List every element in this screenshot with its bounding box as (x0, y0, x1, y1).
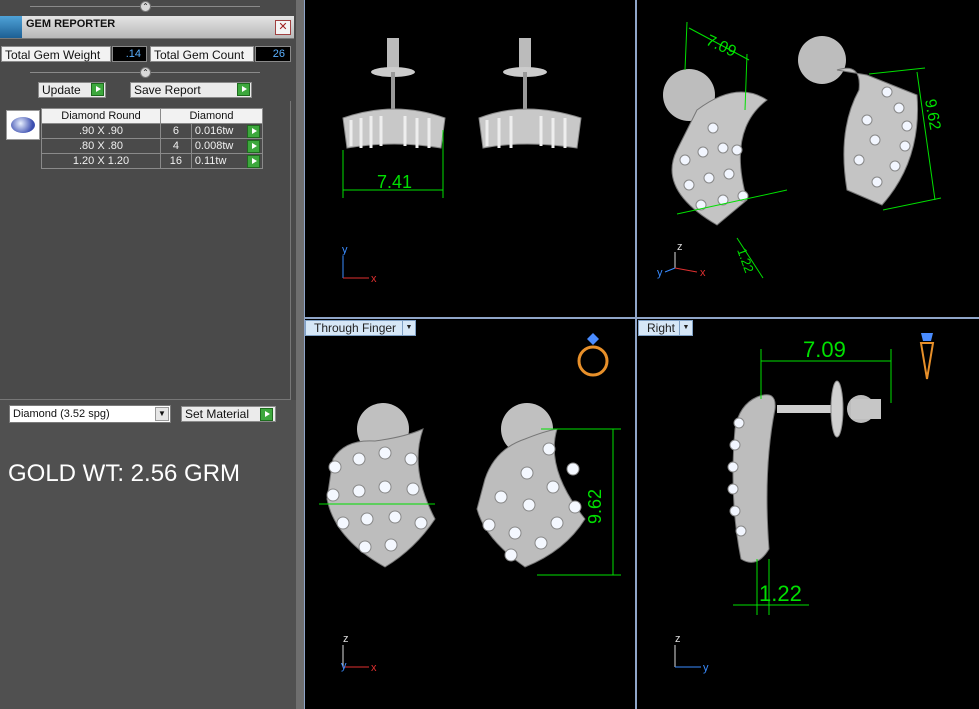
row-go-icon[interactable] (247, 155, 260, 168)
gem-reporter-titlebar: GEM REPORTER ✕ (0, 16, 294, 39)
earring-model-left (663, 69, 768, 226)
axis-label-y: y (703, 662, 709, 674)
earring-model-right (476, 403, 586, 568)
close-icon[interactable]: ✕ (275, 20, 291, 35)
ring-icon[interactable] (577, 333, 609, 377)
save-report-button-label: Save Report (134, 83, 201, 97)
axis-label-z: z (677, 241, 683, 253)
material-select-value: Diamond (3.52 spg) (13, 408, 110, 420)
total-gem-weight-value: .14 (112, 46, 147, 62)
table-row[interactable]: .90 X .90 6 0.016tw (41, 123, 264, 139)
update-go-icon[interactable] (91, 83, 104, 96)
axis-label-z: z (675, 633, 681, 645)
total-gem-count-value: 26 (255, 46, 291, 62)
earring-model-left (342, 38, 446, 149)
table-header-material: Diamond (160, 108, 263, 124)
dimension-label: 1.22 (759, 581, 802, 606)
axis-label-z: z (343, 633, 349, 645)
gem-weight: 0.016tw (194, 125, 234, 137)
collapse-icon[interactable]: ⌃ (140, 1, 151, 12)
axis-triad: y x (342, 244, 377, 285)
gem-count: 6 (160, 123, 192, 139)
earring-model-right (478, 38, 582, 149)
gold-weight-note: GOLD WT: 2.56 GRM (8, 460, 241, 487)
set-material-button-label: Set Material (185, 407, 250, 421)
save-report-button[interactable]: Save Report (130, 82, 252, 98)
tab-through-finger[interactable]: Through Finger ▼ (305, 320, 416, 336)
gem-reporter-panel: ⌃ GEM REPORTER ✕ Total Gem Weight .14 To… (0, 0, 296, 709)
gem-size: .90 X .90 (41, 123, 161, 139)
axis-label-y: y (342, 244, 348, 256)
row-go-icon[interactable] (247, 125, 260, 138)
dimension-label: 7.41 (377, 172, 412, 192)
gem-table: Diamond Round Diamond .90 X .90 6 0.016t… (41, 108, 264, 169)
panel-title: GEM REPORTER (26, 18, 116, 30)
material-area (0, 400, 296, 709)
axis-label-x: x (371, 273, 377, 285)
axis-triad: z y (674, 633, 709, 674)
dimension-label: 9.62 (585, 489, 605, 524)
row-go-icon[interactable] (247, 140, 260, 153)
dimension-label: 1.22 (734, 246, 757, 275)
view-tab-label: Right (647, 321, 676, 335)
update-button-label: Update (42, 83, 81, 97)
diamond-round-icon (6, 110, 40, 140)
gem-size: 1.20 X 1.20 (41, 153, 161, 169)
expand-icon[interactable]: ⌃ (140, 67, 151, 78)
axis-label-x: x (371, 662, 377, 674)
gem-weight: 0.008tw (194, 140, 234, 152)
earring-model-left (319, 403, 436, 568)
view-tab-label: Through Finger (314, 321, 397, 335)
viewport-right[interactable]: 7.09 1.22 z y (637, 319, 979, 709)
tab-right[interactable]: Right ▼ (638, 320, 693, 336)
gem-reporter-icon (0, 16, 22, 38)
table-header-shape: Diamond Round (41, 108, 161, 124)
front-view-canvas: 7.41 y x (342, 38, 582, 285)
right-view-canvas: 7.09 1.22 z y (674, 333, 935, 674)
total-gem-weight-label: Total Gem Weight (1, 46, 111, 62)
save-report-go-icon[interactable] (237, 83, 250, 96)
viewport-front[interactable]: 7.41 y x (305, 0, 635, 317)
gem-weight: 0.11tw (194, 155, 227, 167)
table-row[interactable]: 1.20 X 1.20 16 0.11tw (41, 153, 264, 169)
perspective-view-canvas: 7.09 9.62 1.22 z y x (657, 21, 943, 279)
dimension-label: 7.09 (703, 32, 738, 61)
chevron-down-icon[interactable]: ▼ (402, 321, 415, 335)
chevron-down-icon[interactable]: ▼ (679, 321, 692, 335)
axis-label-y: y (341, 660, 347, 672)
axis-triad: z y x (657, 241, 706, 279)
gem-count: 4 (160, 138, 192, 154)
total-gem-count-label: Total Gem Count (150, 46, 254, 62)
axis-label-y: y (657, 267, 663, 279)
panel-divider[interactable] (296, 0, 304, 709)
earring-model-side (727, 380, 881, 563)
gem-count: 16 (160, 153, 192, 169)
material-select[interactable]: Diamond (3.52 spg) ▼ (9, 405, 171, 423)
set-material-go-icon[interactable] (260, 408, 273, 421)
viewport-through-finger[interactable]: 9.62 z y x (305, 319, 635, 709)
chevron-down-icon[interactable]: ▼ (155, 407, 169, 421)
axis-triad: z y x (341, 633, 377, 674)
dimension-label: 7.09 (803, 337, 846, 362)
table-row[interactable]: .80 X .80 4 0.008tw (41, 138, 264, 154)
viewport-perspective[interactable]: 7.09 9.62 1.22 z y x (637, 0, 979, 317)
axis-label-x: x (700, 267, 706, 279)
gem-size: .80 X .80 (41, 138, 161, 154)
through-finger-view-canvas: 9.62 z y x (319, 333, 621, 674)
pendant-icon[interactable] (919, 333, 935, 380)
earring-model-right (798, 36, 919, 206)
